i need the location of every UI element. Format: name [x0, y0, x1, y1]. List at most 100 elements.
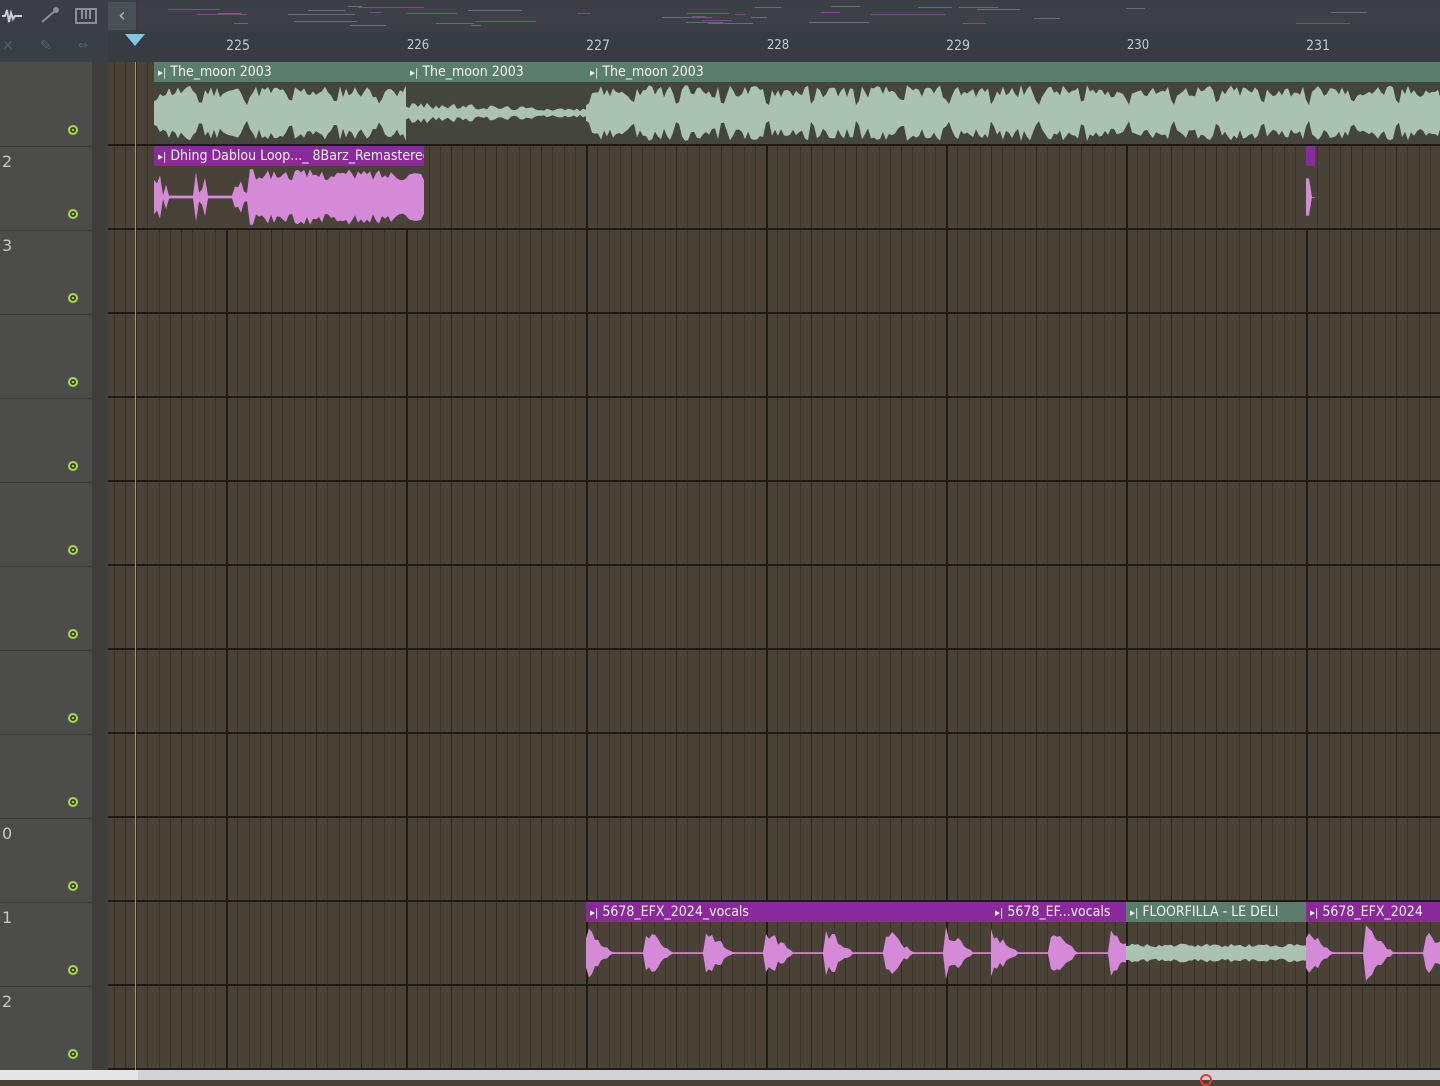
- audio-clip[interactable]: ▸| The_moon 2003: [406, 62, 586, 144]
- track-mute-led-icon[interactable]: [68, 713, 78, 723]
- track-header[interactable]: 2: [0, 146, 92, 231]
- piano-keys-icon[interactable]: [74, 4, 98, 28]
- arrangement-overview[interactable]: [138, 2, 1440, 30]
- audio-clip[interactable]: ▸| The_moon 2003: [586, 62, 1440, 144]
- clip-menu-arrow-icon[interactable]: ▸|: [158, 150, 166, 163]
- clip-name: Dhing Dablou Loop..._ 8Barz_Remastered: [170, 148, 424, 164]
- track-mute-led-icon[interactable]: [68, 209, 78, 219]
- clip-menu-arrow-icon[interactable]: ▸|: [590, 66, 598, 79]
- track-header[interactable]: [0, 62, 92, 147]
- clip-waveform[interactable]: [586, 922, 991, 984]
- track-mute-led-icon[interactable]: [68, 545, 78, 555]
- overview-clip-line: [891, 14, 946, 15]
- overview-clip-line: [436, 23, 474, 24]
- track-mute-led-icon[interactable]: [68, 461, 78, 471]
- overview-clip-line: [1034, 18, 1060, 19]
- audio-clip[interactable]: ▸| Dhing Dablou Loop..._ 8Barz_Remastered: [154, 146, 424, 228]
- clip-name: The_moon 2003: [602, 64, 704, 80]
- clip-name: The_moon 2003: [170, 64, 272, 80]
- track-mute-led-icon[interactable]: [68, 1049, 78, 1059]
- clip-menu-arrow-icon[interactable]: ▸|: [995, 906, 1003, 919]
- overview-clip-line: [963, 23, 986, 24]
- clip-title-bar[interactable]: ▸| The_moon 2003: [406, 62, 586, 82]
- playhead-marker[interactable]: [125, 34, 145, 46]
- clip-name: 5678_EFX_2024_vocals: [602, 904, 749, 920]
- delete-icon[interactable]: ✕: [2, 38, 14, 54]
- timeline-ruler[interactable]: 225 226 227 228 229 230 231: [108, 32, 1440, 62]
- overview-clip-line: [358, 7, 424, 8]
- track-header[interactable]: 1: [0, 902, 92, 987]
- grid-line: [485, 62, 486, 1070]
- clip-title-bar[interactable]: ▸| FLOORFILLA - LE DELI: [1126, 902, 1306, 922]
- track-mute-led-icon[interactable]: [68, 293, 78, 303]
- track-mute-led-icon[interactable]: [68, 881, 78, 891]
- clip-menu-arrow-icon[interactable]: ▸|: [590, 906, 598, 919]
- scrollbar-thumb[interactable]: [138, 1070, 1440, 1080]
- clip-waveform[interactable]: [1306, 922, 1440, 984]
- clip-title-bar[interactable]: ▸| Dhing Dablou Loop..._ 8Barz_Remastered: [154, 146, 424, 166]
- track-header[interactable]: 3: [0, 230, 92, 315]
- clip-title-bar[interactable]: ▸| 5678_EFX_2024_vocals: [586, 902, 991, 922]
- track-separator: [108, 984, 1440, 986]
- clip-waveform[interactable]: [1306, 166, 1315, 228]
- track-separator: [108, 480, 1440, 482]
- overview-clip-line: [197, 14, 247, 15]
- audio-clip[interactable]: ▸| 5678_EFX_2024: [1306, 902, 1440, 984]
- waveform-centerline: [586, 953, 991, 954]
- track-header[interactable]: [0, 482, 92, 567]
- audio-clip[interactable]: ▸| FLOORFILLA - LE DELI: [1126, 902, 1306, 984]
- grid-line: [136, 62, 137, 1070]
- audio-clip[interactable]: ▸| 5678_EF...vocals: [991, 902, 1126, 984]
- track-header[interactable]: [0, 398, 92, 483]
- track-header[interactable]: 2: [0, 986, 92, 1071]
- audio-clip[interactable]: ▸| 5678_EFX_2024_vocals: [586, 902, 991, 984]
- record-indicator-icon: [1200, 1074, 1212, 1086]
- track-header[interactable]: [0, 314, 92, 399]
- waveform-centerline: [154, 197, 424, 198]
- clip-title-bar[interactable]: [1306, 146, 1315, 166]
- track-mute-led-icon[interactable]: [68, 125, 78, 135]
- clip-waveform[interactable]: [406, 82, 586, 144]
- overview-clip-line: [475, 21, 536, 22]
- overview-clip-line: [831, 6, 860, 7]
- waveform-centerline: [1306, 953, 1440, 954]
- horizontal-scrollbar[interactable]: [0, 1070, 1440, 1080]
- clip-title-bar[interactable]: ▸| The_moon 2003: [154, 62, 406, 82]
- track-mute-led-icon[interactable]: [68, 377, 78, 387]
- track-number: 2: [2, 152, 13, 171]
- clip-waveform[interactable]: [586, 82, 1440, 144]
- clip-title-bar[interactable]: ▸| 5678_EF...vocals: [991, 902, 1126, 922]
- track-header[interactable]: 0: [0, 818, 92, 903]
- link-icon[interactable]: ⇔: [78, 38, 88, 52]
- track-mute-led-icon[interactable]: [68, 797, 78, 807]
- waveform-centerline: [406, 113, 586, 114]
- clip-title-bar[interactable]: ▸| 5678_EFX_2024: [1306, 902, 1440, 922]
- scroll-left-button[interactable]: ‹: [108, 2, 136, 30]
- arrangement-grid[interactable]: ▸| The_moon 2003 ▸| The_moon 2003 ▸| The_moon…: [108, 62, 1440, 1070]
- clip-waveform[interactable]: [1126, 922, 1306, 984]
- clip-name: FLOORFILLA - LE DELI: [1142, 904, 1279, 920]
- clip-menu-arrow-icon[interactable]: ▸|: [410, 66, 418, 79]
- track-separator: [108, 228, 1440, 230]
- clip-waveform[interactable]: [154, 82, 406, 144]
- clip-menu-arrow-icon[interactable]: ▸|: [1130, 906, 1138, 919]
- clip-name: The_moon 2003: [422, 64, 524, 80]
- clip-menu-arrow-icon[interactable]: ▸|: [1310, 906, 1318, 919]
- clip-waveform[interactable]: [991, 922, 1126, 984]
- track-mute-led-icon[interactable]: [68, 629, 78, 639]
- track-header[interactable]: [0, 650, 92, 735]
- track-header[interactable]: [0, 734, 92, 819]
- waveform-icon[interactable]: [0, 4, 24, 28]
- overview-clip-line: [821, 12, 840, 13]
- track-mute-led-icon[interactable]: [68, 965, 78, 975]
- overview-clip-line: [687, 13, 729, 14]
- clip-menu-arrow-icon[interactable]: ▸|: [158, 66, 166, 79]
- track-header-divider: [92, 62, 108, 1070]
- track-header[interactable]: [0, 566, 92, 651]
- audio-clip[interactable]: ▸| The_moon 2003: [154, 62, 406, 144]
- slide-tool-icon[interactable]: [38, 4, 62, 28]
- audio-clip[interactable]: [1306, 146, 1315, 228]
- clip-waveform[interactable]: [154, 166, 424, 228]
- pencil-icon[interactable]: ✎: [40, 38, 52, 54]
- clip-title-bar[interactable]: ▸| The_moon 2003: [586, 62, 1440, 82]
